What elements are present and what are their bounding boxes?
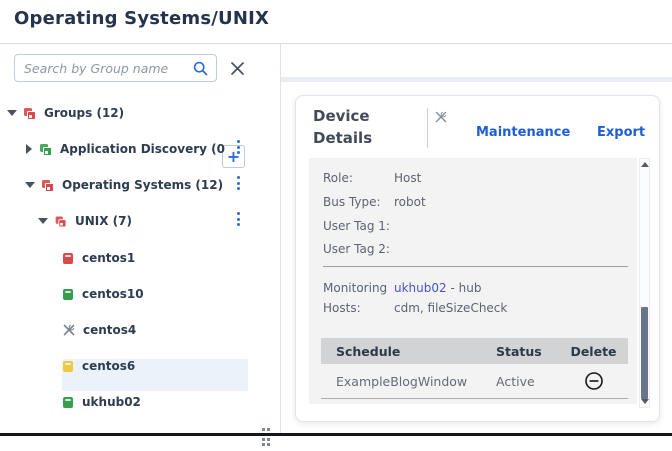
column-header-schedule: Schedule bbox=[336, 344, 400, 359]
group-icon bbox=[40, 143, 53, 156]
tree-item-centos10[interactable]: centos10 bbox=[63, 282, 144, 306]
group-icon bbox=[42, 179, 55, 192]
schedule-status-cell: Active bbox=[496, 374, 535, 389]
tree-item-label: centos4 bbox=[83, 323, 136, 337]
group-icon bbox=[24, 107, 37, 120]
search-input[interactable] bbox=[24, 56, 184, 80]
tree-item-ukhub02[interactable]: ukhub02 bbox=[63, 390, 141, 414]
scrollbar[interactable] bbox=[639, 158, 650, 408]
group-search-box bbox=[14, 54, 217, 82]
column-header-status: Status bbox=[496, 344, 542, 359]
field-label: Bus Type: bbox=[323, 195, 381, 209]
monitoring-probes-value: cdm, fileSizeCheck bbox=[394, 298, 507, 318]
wrench-icon bbox=[63, 324, 75, 336]
tree-item-label: centos10 bbox=[82, 287, 144, 301]
tree-item-groups[interactable]: Groups (12) bbox=[7, 101, 124, 125]
caret-down-icon[interactable] bbox=[38, 218, 48, 224]
device-status-icon bbox=[63, 253, 73, 264]
tree-item-unix[interactable]: UNIX (7) bbox=[38, 209, 132, 233]
wrench-icon bbox=[435, 111, 447, 123]
schedule-name-cell: ExampleBlogWindow bbox=[336, 374, 467, 389]
kebab-menu-icon[interactable] bbox=[233, 139, 243, 155]
caret-right-icon[interactable] bbox=[26, 144, 32, 154]
group-tree-sidebar: Groups (12) + Application Discovery (0 O… bbox=[0, 44, 281, 433]
tree-item-label: UNIX (7) bbox=[75, 214, 132, 228]
header-vertical-divider bbox=[427, 108, 428, 148]
schedule-table-header: Schedule Status Delete bbox=[321, 338, 628, 364]
field-value: Host bbox=[394, 171, 421, 185]
scroll-up-icon[interactable] bbox=[641, 162, 649, 167]
sidebar-resize-handle[interactable] bbox=[262, 428, 271, 451]
column-header-delete: Delete bbox=[566, 344, 621, 359]
scrollbar-thumb[interactable] bbox=[641, 307, 648, 399]
content-top-strip bbox=[281, 77, 672, 82]
schedule-table-row: ExampleBlogWindow Active bbox=[321, 364, 628, 399]
export-link[interactable]: Export bbox=[597, 125, 645, 140]
kebab-menu-icon[interactable] bbox=[233, 175, 243, 191]
monitoring-host-value: ukhub02 - hub bbox=[394, 278, 481, 298]
tree-item-label: Application Discovery (0 bbox=[60, 142, 225, 156]
host-link[interactable]: ukhub02 bbox=[394, 281, 447, 295]
tree-item-label: Operating Systems (12) bbox=[62, 178, 223, 192]
maintenance-link[interactable]: Maintenance bbox=[476, 125, 570, 140]
tree-item-centos6[interactable]: centos6 bbox=[63, 354, 135, 378]
field-value: robot bbox=[394, 195, 426, 209]
tree-item-label: centos6 bbox=[82, 359, 135, 373]
field-label: User Tag 2: bbox=[323, 242, 390, 256]
device-status-icon bbox=[63, 397, 73, 408]
schedule-table: Schedule Status Delete ExampleBlogWindow… bbox=[321, 338, 628, 399]
card-title: Device Details bbox=[313, 105, 405, 149]
kebab-menu-icon[interactable] bbox=[233, 211, 243, 227]
close-icon[interactable] bbox=[230, 61, 245, 76]
tree-item-label: centos1 bbox=[82, 251, 135, 265]
search-icon[interactable] bbox=[193, 61, 208, 76]
tree-item-application-discovery[interactable]: Application Discovery (0 bbox=[26, 137, 225, 161]
section-divider bbox=[323, 266, 628, 267]
device-details-body: Role: Host Bus Type: robot User Tag 1: U… bbox=[309, 158, 637, 404]
tree-item-label: Groups (12) bbox=[44, 106, 124, 120]
caret-down-icon[interactable] bbox=[7, 110, 17, 116]
group-icon bbox=[56, 215, 68, 227]
tree-item-centos4[interactable]: centos4 bbox=[63, 318, 136, 342]
minus-circle-icon[interactable] bbox=[584, 371, 604, 391]
tree-item-operating-systems[interactable]: Operating Systems (12) bbox=[25, 173, 223, 197]
scroll-down-icon[interactable] bbox=[641, 399, 649, 404]
device-details-card: Device Details Maintenance Export Role: … bbox=[295, 95, 660, 422]
tree-item-centos1[interactable]: centos1 bbox=[63, 246, 135, 270]
device-status-icon bbox=[63, 361, 73, 372]
device-status-icon bbox=[63, 289, 73, 300]
monitoring-hosts-label: Monitoring Hosts: bbox=[323, 278, 393, 318]
field-label: User Tag 1: bbox=[323, 219, 390, 233]
caret-down-icon[interactable] bbox=[25, 182, 35, 188]
tree-item-label: ukhub02 bbox=[82, 395, 141, 409]
host-suffix: - hub bbox=[447, 281, 482, 295]
page-title: Operating Systems/UNIX bbox=[14, 8, 269, 29]
field-label: Role: bbox=[323, 171, 353, 185]
